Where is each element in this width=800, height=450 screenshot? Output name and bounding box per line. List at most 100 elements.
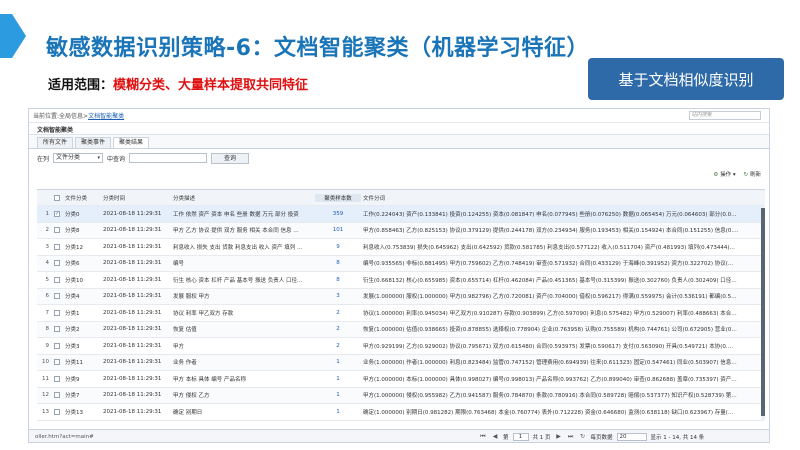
row-checkbox[interactable] [54,293,60,300]
page-size-label: 每页数据 [590,434,613,441]
header-words[interactable]: 文件分词 [361,194,757,202]
filter-contains-label: 中查询 [107,155,126,163]
row-select[interactable] [51,408,63,415]
first-page-icon[interactable]: ⏮ [479,433,487,441]
row-checkbox[interactable] [54,276,60,283]
tab-cluster-events[interactable]: 聚类事件 [75,137,112,148]
row-checkbox[interactable] [54,375,60,382]
cell-desc: 协议 利率 甲乙双方 存款 [173,310,234,317]
cell-count[interactable]: 8 [315,277,361,283]
page-number-input[interactable]: 1 [512,432,529,441]
table-row[interactable]: 14分类52021-08-18 11:29:31本合同 本标 本协1本合同(1.… [37,420,765,421]
row-checkbox[interactable] [54,326,60,333]
page-size-select[interactable]: 20 [616,432,647,441]
row-select[interactable] [51,227,63,234]
refresh-button[interactable]: ↻ 刷新 [744,170,761,178]
cell-count[interactable]: 1 [315,359,361,365]
cell-time: 2021-08-18 11:29:31 [103,392,162,399]
table-row[interactable]: 6 分类4 2021-08-18 11:29:31 发展 服权 甲方 3 发展(1.000… [37,288,765,305]
row-select[interactable] [51,375,63,382]
row-select[interactable] [51,342,63,349]
row-checkbox[interactable] [54,392,60,399]
table-row[interactable]: 7 分类1 2021-08-18 11:29:31 协议 利率 甲乙双方 存款 2 协议(… [37,305,765,322]
header-desc[interactable]: 分类描述 [171,194,315,202]
status-bar: oller.htm?act=main# ⏮ ◀ 第 1 共 1 页 ▶ ⏭ ↻ … [29,429,769,442]
refresh-label: 刷新 [749,172,761,178]
row-checkbox[interactable] [54,260,60,267]
action-menu-label: 操作 [720,172,732,178]
reload-icon[interactable]: ↻ [579,433,587,441]
row-number: 13 [42,408,49,415]
header-count[interactable]: 聚类样本数 [315,193,361,202]
row-checkbox[interactable] [54,227,60,234]
table-row[interactable]: 2 分类8 2021-08-18 11:29:31 甲方 乙方 协议 提供 双方 服务… [37,222,765,239]
cell-count[interactable]: 8 [315,260,361,266]
scrollbar-thumb[interactable] [761,208,765,416]
cell-words: 协议(1.000000) 利率(0.945034) 甲乙双方(0.910287)… [363,310,737,317]
table-row[interactable]: 10 分类11 2021-08-18 11:29:31 业务 作者 1 业务(1.0000… [37,354,765,371]
query-input[interactable] [129,153,208,163]
row-checkbox[interactable] [54,309,60,316]
grid-header-row: 文件分类 分类时间 分类描述 聚类样本数 文件分词 [37,190,765,206]
row-select[interactable] [51,293,63,300]
cell-count[interactable]: 2 [315,326,361,332]
cell-count[interactable]: 3 [315,293,361,299]
row-select[interactable]: ✓ [51,210,63,217]
last-page-icon[interactable]: ⏭ [567,433,575,441]
row-select[interactable] [51,260,63,267]
column-select[interactable]: 文件分类 ▾ [53,153,104,163]
table-row[interactable]: 8 分类2 2021-08-18 11:29:31 恢复 估值 2 恢复(1.000000… [37,321,765,338]
cell-count[interactable]: 2 [315,343,361,349]
cell-count[interactable]: 2 [315,310,361,316]
row-checkbox[interactable] [54,342,60,349]
table-row[interactable]: 9 分类3 2021-08-18 11:29:31 甲方 2 甲方(0.929199) 乙… [37,338,765,355]
scope-label: 适用范围： [48,78,114,93]
table-row[interactable]: 3 分类12 2021-08-18 11:29:31 利息收入 损失 支出 货款 利息… [37,239,765,256]
row-checkbox[interactable]: ✓ [54,210,60,217]
row-select[interactable] [51,243,63,250]
row-select[interactable] [51,309,63,316]
query-button[interactable]: 查询 [211,152,250,164]
row-select[interactable] [51,392,63,399]
row-select[interactable] [51,276,63,283]
table-row[interactable]: 1 ✓ 分类0 2021-08-18 11:29:31 工作 依然 资产 资本 申名 些… [37,206,765,223]
row-checkbox[interactable] [54,243,60,250]
table-row[interactable]: 5 分类10 2021-08-18 11:29:31 衍生 核心 资本 杠杆 产品 基… [37,272,765,289]
cell-desc: 业务 作者 [173,360,197,367]
row-number: 5 [45,276,50,283]
row-number: 7 [45,309,50,316]
row-checkbox[interactable] [54,359,60,366]
table-row[interactable]: 4 分类6 2021-08-18 11:29:31 编号 8 编号(0.935565) 非… [37,255,765,272]
cell-count[interactable]: 1 [315,392,361,398]
table-row[interactable]: 12 分类7 2021-08-18 11:29:31 甲方 侵权 乙方 1 甲方(1.00… [37,387,765,404]
breadcrumb-link[interactable]: 文档智能聚类 [88,113,124,120]
row-select[interactable] [51,359,63,366]
site-search-input[interactable]: 站内搜索 [689,111,761,120]
header-category[interactable]: 文件分类 [63,194,101,202]
cell-words: 甲方(0.929199) 乙方(0.929002) 协议(0.795671) 双… [363,343,734,350]
tab-cluster-results[interactable]: 聚类结果 [113,137,150,148]
grid-toolbar: ⚙ 操作 ▾ ↻ 刷新 [29,167,769,181]
header-select-all[interactable] [51,194,63,201]
slide-arrow-icon [0,14,26,58]
cell-count[interactable]: 1 [315,409,361,415]
page-label: 第 [503,434,509,441]
next-page-icon[interactable]: ▶ [555,433,563,441]
row-number: 8 [45,326,50,333]
scope-line: 适用范围：模糊分类、大量样本提取共同特征 [48,74,308,93]
action-menu[interactable]: ⚙ 操作 ▾ [713,170,735,178]
row-select[interactable] [51,326,63,333]
row-checkbox[interactable] [54,408,60,415]
prev-page-icon[interactable]: ◀ [491,433,499,441]
cell-count[interactable]: 9 [315,244,361,250]
tab-all-files[interactable]: 所有文件 [37,137,74,148]
header-time[interactable]: 分类时间 [101,194,171,202]
cell-time: 2021-08-18 11:29:31 [103,359,162,366]
table-row[interactable]: 13 分类13 2021-08-18 11:29:31 确定 别期日 1 确定(1.000… [37,404,765,421]
record-range: 显示 1 - 14, 共 14 条 [650,434,705,441]
cell-count[interactable]: 1 [315,376,361,382]
select-all-checkbox[interactable] [54,194,60,201]
cell-count[interactable]: 359 [315,211,361,217]
cell-count[interactable]: 101 [315,227,361,233]
table-row[interactable]: 11 分类9 2021-08-18 11:29:31 甲方 本标 具体 编号 产品名称… [37,371,765,388]
